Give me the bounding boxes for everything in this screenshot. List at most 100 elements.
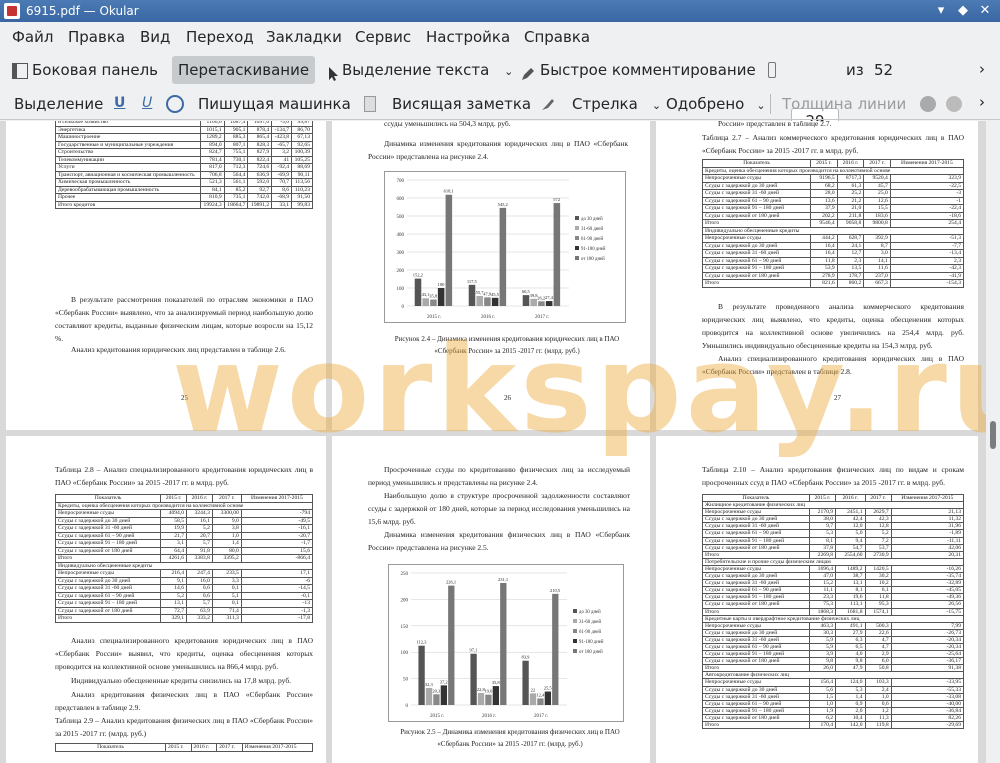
table-cell: -35,74 — [890, 572, 965, 581]
table-cell: -41,9 — [889, 271, 965, 280]
menu-edit[interactable]: Правка — [68, 28, 125, 46]
table-cell: -45,05 — [890, 586, 965, 595]
table-cell: 828,3 — [247, 140, 273, 149]
menu-go[interactable]: Переход — [186, 28, 254, 46]
table-cell: 5,2 — [186, 524, 213, 533]
table-cell: -20,7 — [240, 531, 314, 540]
opacity-icon[interactable] — [946, 96, 962, 112]
page25-paragraph-2: Анализ кредитования юридических лиц пред… — [71, 345, 286, 354]
table-cell: 6,2 — [808, 713, 837, 723]
line-width-button[interactable]: Толщина линии — [776, 90, 912, 118]
close-icon[interactable]: ✕ — [976, 2, 994, 20]
page28-paragraph-1: Анализ специализированного кредитования … — [55, 636, 313, 671]
table-cell: 3,9 — [808, 650, 837, 659]
table-header-cell: Показатель — [54, 494, 162, 503]
table-cell: -866,4 — [240, 554, 314, 563]
typewriter-button[interactable]: Пишущая машинка — [192, 90, 357, 118]
menu-view[interactable]: Вид — [140, 28, 170, 46]
color-icon[interactable] — [920, 96, 936, 112]
table-cell: Ссуды с задержкой 91 – 180 дней — [702, 650, 810, 659]
table-header-row: Показатель 2015 г. 2016 г. 2017 г. Изменения… — [701, 159, 965, 168]
table-cell: 38,7 — [835, 572, 866, 581]
vertical-scrollbar[interactable] — [986, 121, 1000, 763]
table-cell: 37,8 — [808, 543, 837, 552]
chevron-down-icon[interactable]: ⌄ — [504, 65, 513, 78]
table-cell: Ссуды с задержкой 91 – 180 дней — [702, 593, 810, 602]
table-cell: 11,8 — [810, 256, 838, 265]
table-cell: -33,08 — [890, 692, 965, 701]
title-bar: 6915.pdf — Okular ▾ ◆ ✕ — [0, 0, 1000, 22]
table-row: Непросроченные ссуды 216,4 247,4 233,5 17,1 — [54, 569, 314, 578]
text-select-button[interactable]: Выделение текста ⌄ — [322, 56, 519, 84]
table-cell: Ссуды с задержкой от 180 дней — [702, 713, 810, 723]
table-cell: 183,6 — [863, 211, 891, 220]
table-cell: -42,3 — [889, 264, 965, 273]
table-cell: -423,8 — [271, 133, 293, 142]
popup-note-button[interactable]: Висящая заметка — [386, 90, 537, 118]
table-row: Ссуды с задержкой до 30 дней 9,1 16,0 3,3 -6 — [54, 576, 314, 585]
table-cell: 6,5 — [835, 642, 866, 652]
menu-file[interactable]: Файл — [12, 28, 53, 46]
table-cell: 491,1 — [835, 621, 866, 630]
document-viewport[interactable]: и сельское хозяйство 1160,6 1087,4 1097,0 -5… — [0, 121, 986, 763]
table-cell: Ссуды с задержкой 61 – 90 дней — [702, 529, 810, 538]
menu-settings[interactable]: Настройка — [426, 28, 510, 46]
table-cell: 11,6 — [863, 264, 891, 273]
page-up-down-icon[interactable] — [768, 62, 776, 78]
arrow-button[interactable]: Стрелка ⌄ — [566, 90, 667, 118]
y-tick-label: 700 — [397, 179, 405, 184]
table-cell: 9,4 — [835, 536, 866, 545]
scrollbar-thumb[interactable] — [990, 421, 996, 449]
table-header-row: Показатель 2015 г. 2016 г. 2017 г. Изменения… — [54, 494, 314, 503]
drag-mode-button[interactable]: Перетаскивание — [172, 56, 316, 84]
freehand-icon[interactable] — [540, 96, 556, 112]
table-cell: 1,4 — [211, 539, 242, 548]
table-2-10: Показатель 2015 г. 2016 г. 2017 г. Изменения… — [702, 493, 965, 730]
bar — [499, 207, 507, 306]
underline-icon[interactable]: U — [114, 95, 125, 111]
sidebar-button[interactable]: Боковая панель — [6, 56, 164, 84]
strikeout-icon[interactable] — [166, 95, 184, 113]
table-cell: Ссуды с задержкой 91 – 180 дней — [702, 706, 810, 715]
table-cell: -20,34 — [890, 642, 965, 652]
more-right-icon[interactable]: › — [979, 60, 985, 78]
note-icon[interactable] — [364, 96, 376, 112]
table-cell: 20,7 — [186, 531, 213, 540]
table-row: Ссуды с задержкой от 180 дней 37,8 54,7 53,… — [702, 543, 965, 552]
table-row: Непросроченные ссуды 9196,5 8717,3 9520,4 32… — [701, 174, 965, 183]
table-cell: 3,8 — [211, 524, 242, 533]
legend-label: до 30 дней — [581, 217, 603, 222]
table-2-7-title: Таблица 2.7 – Анализ коммерческого креди… — [702, 133, 964, 155]
table-cell: 4,0 — [835, 650, 866, 659]
page-number: 27 — [834, 394, 841, 402]
table-cell: Ссуды с задержкой от 180 дней — [702, 600, 810, 609]
table-cell: 178,7 — [836, 271, 865, 280]
chevron-down-icon[interactable]: ⌄ — [756, 99, 765, 112]
highlight-button[interactable]: Выделение — [8, 90, 109, 118]
menu-help[interactable]: Справка — [524, 28, 590, 46]
table-cell: 2451,1 — [835, 508, 866, 517]
table-cell: 724,6 — [247, 163, 273, 172]
table-cell: Ссуды с задержкой до 30 дней — [701, 241, 812, 250]
more-right-icon[interactable]: › — [979, 93, 985, 111]
table-row: Ссуды с задержкой от 180 дней 64,4 91,8 80,… — [54, 546, 314, 555]
table-row: Жилищное кредитование физических лиц — [702, 501, 964, 510]
table-cell: 521,3 — [200, 178, 225, 187]
table-cell: 1420,5 — [864, 564, 892, 574]
table-header-cell: 2017 г. — [864, 493, 892, 503]
minimize-icon[interactable]: ▾ — [932, 2, 950, 20]
table-cell: Ссуды с задержкой 61 – 90 дней — [701, 196, 812, 205]
table-row: Строительство 824,7 755,1 827,9 3,2 100,39 — [55, 148, 313, 157]
maximize-icon[interactable]: ◆ — [954, 2, 972, 20]
quick-annotate-button[interactable]: Быстрое комментирование — [514, 56, 762, 84]
menu-tools[interactable]: Сервис — [355, 28, 411, 46]
table-cell: Ссуды с задержкой 31 -60 дней — [702, 522, 810, 531]
table-cell: 2,4 — [864, 685, 892, 694]
table-cell: 50,8 — [864, 664, 892, 673]
legend-label: 61-90 дней — [581, 237, 604, 242]
menu-bookmarks[interactable]: Закладки — [266, 28, 342, 46]
y-tick-label: 500 — [397, 215, 405, 220]
squiggle-icon[interactable]: U — [142, 95, 152, 111]
stamp-button[interactable]: Одобрено ⌄ — [660, 90, 772, 118]
table-cell: 463,3 — [808, 621, 837, 630]
